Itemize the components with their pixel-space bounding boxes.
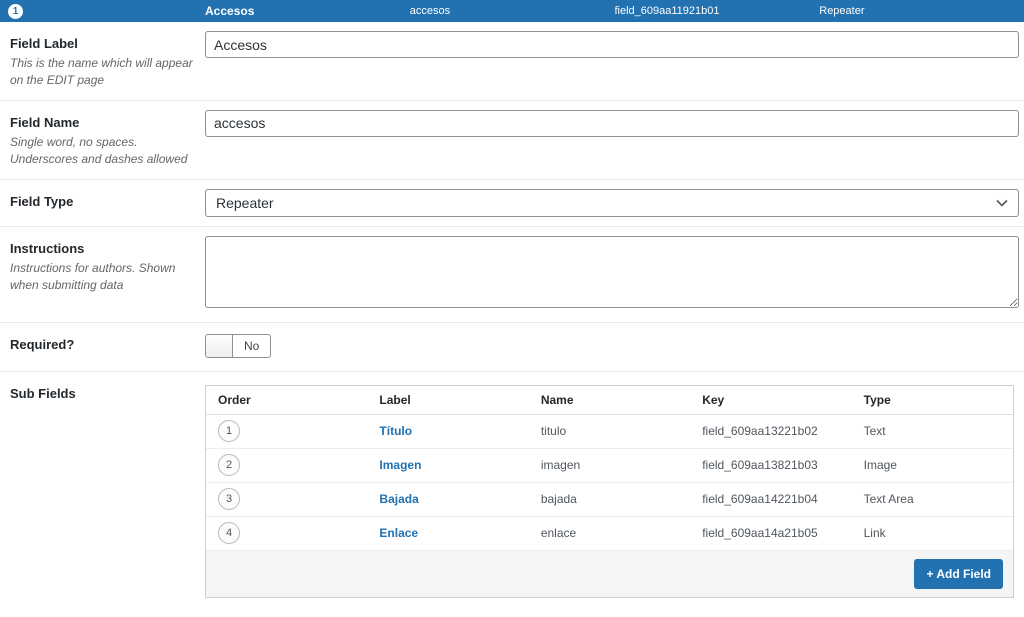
required-labels: Required? [0,323,205,371]
subfield-order-badge[interactable]: 3 [218,488,240,511]
subfield-key: field_609aa13221b02 [702,424,818,439]
subfield-name: bajada [540,492,577,507]
field-label-row: Field Label This is the name which will … [0,22,1024,101]
toggle-knob[interactable] [206,334,233,357]
field-order-badge[interactable]: 1 [8,3,23,19]
subfield-type: Text Area [863,492,914,507]
subfield-key: field_609aa14a21b05 [702,526,818,541]
field-type-selected-value: Repeater [216,194,274,211]
subfield-key: field_609aa13821b03 [702,458,818,473]
field-name-description: Single word, no spaces. Underscores and … [10,134,188,167]
subfield-name: enlace [540,526,577,541]
instructions-row: Instructions Instructions for authors. S… [0,226,1024,323]
field-name-row: Field Name Single word, no spaces. Under… [0,100,1024,180]
subfield-order-badge[interactable]: 2 [218,454,240,477]
required-title: Required? [10,336,75,352]
subfield-order-badge[interactable]: 1 [218,420,240,443]
subfield-label-link[interactable]: Bajada [379,492,418,506]
field-name-input[interactable] [205,109,1019,137]
required-toggle[interactable]: No [205,333,272,358]
table-row: 1 Título titulo field_609aa13221b02 Text [206,415,1013,449]
column-header-label: Label [379,392,411,407]
field-header-label: Accesos [205,4,255,18]
sub-fields-content: Order Label Name Key Type 1 Título titul… [205,372,1024,617]
table-row: 4 Enlace enlace field_609aa14a21b05 Link [206,517,1013,551]
sub-fields-table-footer: + Add Field [206,550,1013,597]
instructions-title: Instructions [10,240,85,256]
subfield-label-link[interactable]: Título [379,424,412,438]
field-label-content [205,22,1024,100]
field-header-type: Repeater [819,5,865,17]
sub-fields-row: Sub Fields Order Label Name Key Type 1 T… [0,371,1024,617]
instructions-labels: Instructions Instructions for authors. S… [0,227,205,322]
chevron-down-icon [996,199,1008,207]
field-type-title: Field Type [10,193,74,209]
field-header-bar[interactable]: 1 Accesos accesos field_609aa11921b01 Re… [0,0,1024,22]
sub-fields-labels: Sub Fields [0,372,205,617]
subfield-name: imagen [540,458,581,473]
field-label-title: Field Label [10,36,78,51]
column-header-key: Key [702,392,725,407]
instructions-textarea[interactable] [205,235,1019,308]
subfield-order-badge[interactable]: 4 [218,522,240,545]
field-type-labels: Field Type [0,180,205,226]
required-toggle-value: No [244,338,260,353]
add-field-button[interactable]: + Add Field [914,558,1003,589]
required-row: Required? No [0,322,1024,372]
table-row: 2 Imagen imagen field_609aa13821b03 Imag… [206,449,1013,483]
field-header-name: accesos [409,5,451,17]
field-name-content [205,101,1024,179]
required-content: No [205,323,1024,371]
subfield-name: titulo [540,424,567,439]
subfield-key: field_609aa14221b04 [702,492,818,507]
field-label-labels: Field Label This is the name which will … [0,22,205,100]
sub-fields-table-header: Order Label Name Key Type [206,386,1013,415]
instructions-description: Instructions for authors. Shown when sub… [10,260,176,292]
field-type-row: Field Type Repeater [0,179,1024,227]
field-name-title: Field Name [10,114,80,130]
field-type-select[interactable]: Repeater [205,188,1019,217]
subfield-type: Text [863,424,886,439]
subfield-type: Image [863,458,897,473]
field-header-key: field_609aa11921b01 [614,5,720,17]
instructions-content [205,227,1024,322]
subfield-type: Link [863,526,886,541]
table-row: 3 Bajada bajada field_609aa14221b04 Text… [206,483,1013,517]
column-header-type: Type [863,392,891,407]
column-header-name: Name [540,392,574,407]
subfield-label-link[interactable]: Imagen [379,458,421,472]
subfield-label-link[interactable]: Enlace [379,526,418,540]
field-name-labels: Field Name Single word, no spaces. Under… [0,101,205,179]
field-label-input[interactable] [205,31,1019,58]
field-order-column: 1 [0,3,205,19]
sub-fields-table: Order Label Name Key Type 1 Título titul… [205,384,1014,598]
field-label-description: This is the name which will appear on th… [10,56,193,88]
field-type-content: Repeater [205,180,1024,226]
column-header-order: Order [218,392,251,407]
sub-fields-title: Sub Fields [10,385,76,401]
